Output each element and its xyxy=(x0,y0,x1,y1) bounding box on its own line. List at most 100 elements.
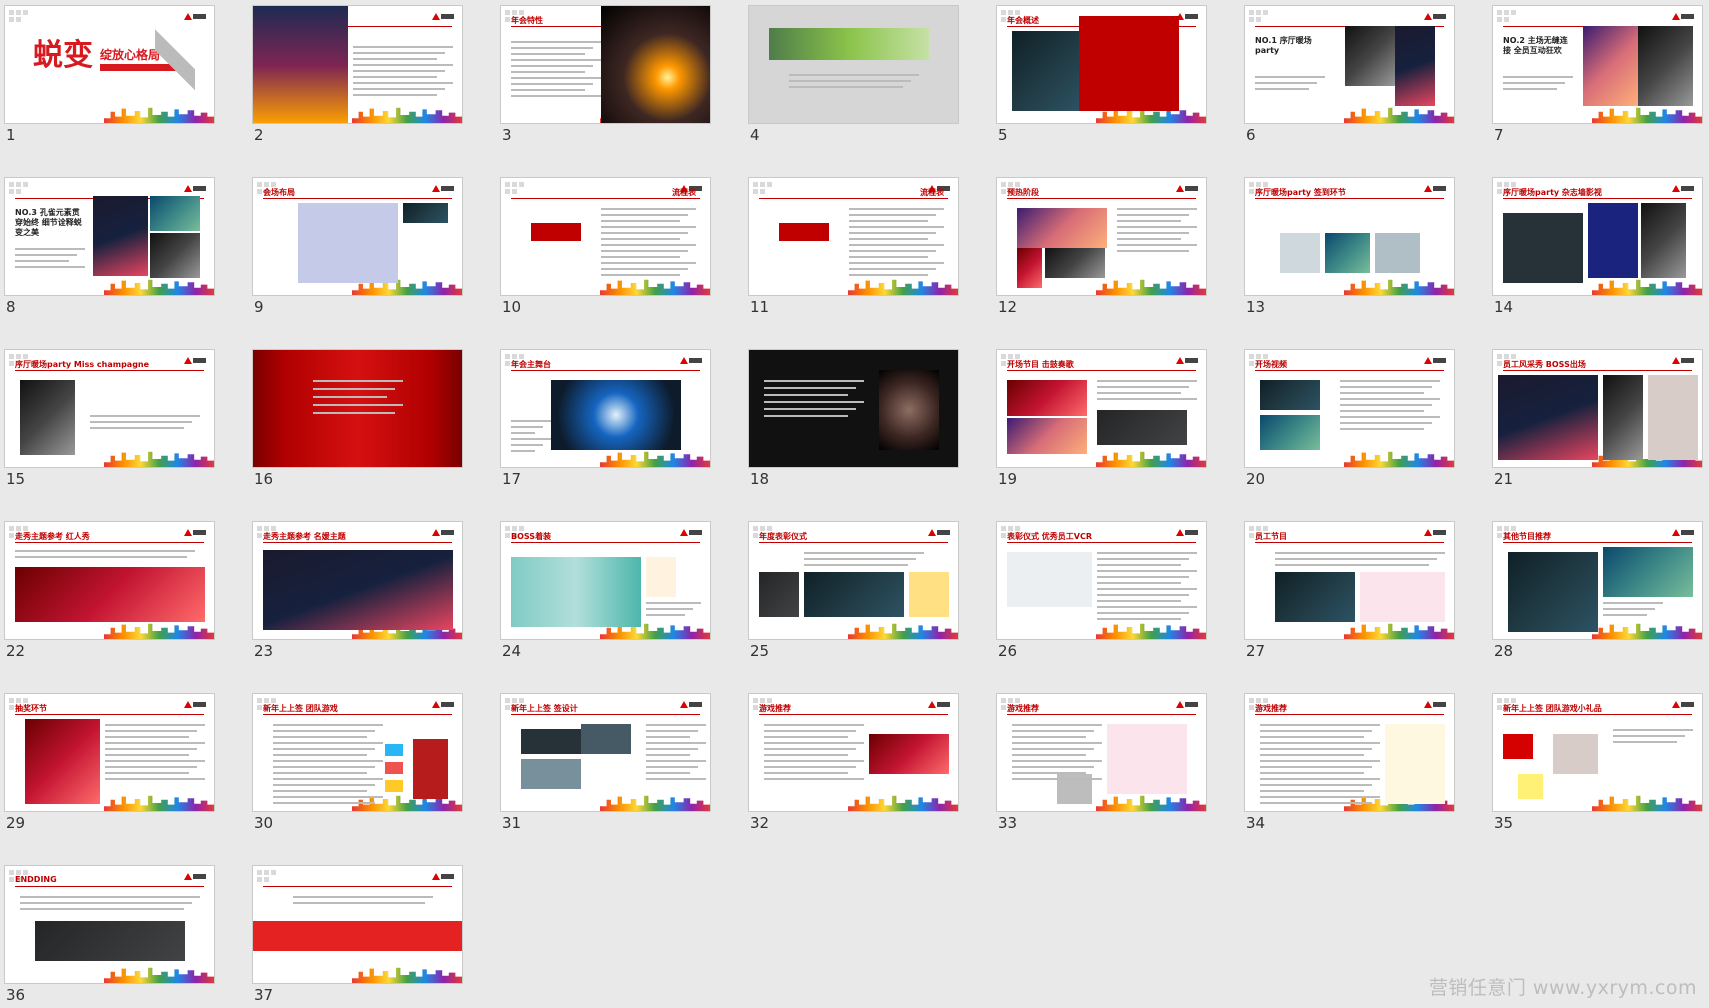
slide-thumbnail-34[interactable]: 游戏推荐 xyxy=(1244,693,1455,812)
slide-thumbnail-6[interactable]: NO.1 序厅暖场party xyxy=(1244,5,1455,124)
decor-square xyxy=(505,182,510,187)
text-line xyxy=(1260,754,1364,756)
slide-thumbnail-22[interactable]: 走秀主题参考 红人秀 xyxy=(4,521,215,640)
text-line xyxy=(849,244,944,246)
slide-number: 25 xyxy=(750,642,770,660)
slide-title: 预热阶段 xyxy=(1007,188,1039,197)
city-skyline-decoration xyxy=(1592,279,1702,295)
decor-square xyxy=(257,526,262,531)
tag-blue xyxy=(385,744,403,756)
slide-thumbnail-16[interactable] xyxy=(252,349,463,468)
slide-thumbnail-32[interactable]: 游戏推荐 xyxy=(748,693,959,812)
slide-thumbnail-29[interactable]: 抽奖环节 xyxy=(4,693,215,812)
red-info-panel xyxy=(1079,16,1179,111)
company-logo-icon xyxy=(1424,184,1446,194)
slide-thumbnail-21[interactable]: 员工风采秀 BOSS出场 xyxy=(1492,349,1703,468)
city-skyline-decoration xyxy=(104,623,214,639)
text-line xyxy=(1097,606,1197,608)
slide-thumbnail-7[interactable]: NO.2 主场无缝连接 全员互动狂欢 xyxy=(1492,5,1703,124)
slide-number: 18 xyxy=(750,470,770,488)
decor-square xyxy=(1001,698,1006,703)
office-staff-photo xyxy=(1007,552,1092,607)
text-line xyxy=(273,772,367,774)
text-line xyxy=(764,730,856,732)
slide-thumbnail-10[interactable]: 流程表 xyxy=(500,177,711,296)
slide-thumbnail-2[interactable]: 背景 xyxy=(252,5,463,124)
slide-thumbnail-5[interactable]: 年会概述 xyxy=(996,5,1207,124)
decor-square xyxy=(1504,10,1509,15)
text-line xyxy=(273,796,383,798)
company-logo-icon xyxy=(432,12,454,22)
text-line xyxy=(511,65,593,67)
company-logo-icon xyxy=(1424,528,1446,538)
text-line xyxy=(764,736,848,738)
text-line xyxy=(764,415,848,417)
text-line xyxy=(1117,214,1189,216)
text-line xyxy=(849,226,944,228)
slide-thumbnail-33[interactable]: 游戏推荐 xyxy=(996,693,1207,812)
tile-wall-photo xyxy=(1375,233,1420,273)
slide-thumbnail-9[interactable]: 会场布局 xyxy=(252,177,463,296)
decor-square xyxy=(264,877,269,882)
slide-thumbnail-27[interactable]: 员工节目 xyxy=(1244,521,1455,640)
text-line xyxy=(601,214,688,216)
text-line xyxy=(105,724,205,726)
peacock-feather-photo xyxy=(1325,233,1370,273)
red-banner xyxy=(253,921,462,951)
text-line xyxy=(1097,380,1197,382)
slide-number: 14 xyxy=(1494,298,1514,316)
slide-thumbnail-18[interactable] xyxy=(748,349,959,468)
logo-block xyxy=(531,223,581,241)
slide-thumbnail-26[interactable]: 表彰仪式 优秀员工VCR xyxy=(996,521,1207,640)
text-line xyxy=(646,766,698,768)
slide-thumbnail-4[interactable]: 蜕 变 xyxy=(748,5,959,124)
slide-thumbnail-8[interactable]: NO.3 孔雀元素贯穿始终 细节诠释蜕变之美 xyxy=(4,177,215,296)
slide-thumbnail-31[interactable]: 新年上上签 签设计 xyxy=(500,693,711,812)
text-line xyxy=(804,564,908,566)
text-line xyxy=(1012,772,1086,774)
text-line xyxy=(1613,735,1685,737)
text-line xyxy=(353,46,453,48)
slide-thumbnail-28[interactable]: 其他节目推荐 xyxy=(1492,521,1703,640)
slide-thumbnail-37[interactable] xyxy=(252,865,463,984)
slide-thumbnail-19[interactable]: 开场节目 击鼓奏歌 xyxy=(996,349,1207,468)
slide-thumbnail-1[interactable]: 蜕变 绽放心格局 xyxy=(4,5,215,124)
city-skyline-decoration xyxy=(600,279,710,295)
gown-photo xyxy=(1638,26,1693,106)
slide-thumbnail-3[interactable]: 年会特性 xyxy=(500,5,711,124)
city-skyline-decoration xyxy=(104,279,214,295)
text-line xyxy=(646,736,690,738)
ballet-photo xyxy=(1360,572,1445,622)
text-line xyxy=(601,226,696,228)
decor-square xyxy=(505,10,510,15)
slide-thumbnail-13[interactable]: 序厅暖场party 签到环节 xyxy=(1244,177,1455,296)
text-line xyxy=(15,260,69,262)
slide-thumbnail-12[interactable]: 预热阶段 xyxy=(996,177,1207,296)
slide-thumbnail-25[interactable]: 年度表彰仪式 xyxy=(748,521,959,640)
slide-thumbnail-14[interactable]: 序厅暖场party 杂志墙影视 xyxy=(1492,177,1703,296)
decor-square xyxy=(753,698,758,703)
slide-thumbnail-36[interactable]: ENDDING xyxy=(4,865,215,984)
text-line xyxy=(1117,208,1197,210)
text-line xyxy=(511,47,593,49)
text-line xyxy=(601,256,680,258)
text-line xyxy=(20,902,192,904)
slide-thumbnail-11[interactable]: 流程表 xyxy=(748,177,959,296)
chick-toy-photo xyxy=(1518,774,1543,799)
video-frame xyxy=(1045,248,1105,278)
slide-thumbnail-24[interactable]: BOSS着装 xyxy=(500,521,711,640)
slide-title: 其他节目推荐 xyxy=(1503,532,1551,541)
slide-title: 走秀主题参考 红人秀 xyxy=(15,532,90,541)
slide-thumbnail-30[interactable]: 新年上上签 团队游戏 xyxy=(252,693,463,812)
city-skyline-decoration xyxy=(352,107,462,123)
slide-thumbnail-35[interactable]: 新年上上签 团队游戏小礼品 xyxy=(1492,693,1703,812)
slide-number: 2 xyxy=(254,126,264,144)
slide-thumbnail-20[interactable]: 开场视频 xyxy=(1244,349,1455,468)
fashion-photo xyxy=(1345,26,1395,86)
text-line xyxy=(1340,428,1424,430)
slide-thumbnail-17[interactable]: 年会主舞台 xyxy=(500,349,711,468)
decor-square xyxy=(9,17,14,22)
slide-thumbnail-23[interactable]: 走秀主题参考 名媛主题 xyxy=(252,521,463,640)
text-line xyxy=(105,766,197,768)
slide-thumbnail-15[interactable]: 序厅暖场party Miss champagne xyxy=(4,349,215,468)
